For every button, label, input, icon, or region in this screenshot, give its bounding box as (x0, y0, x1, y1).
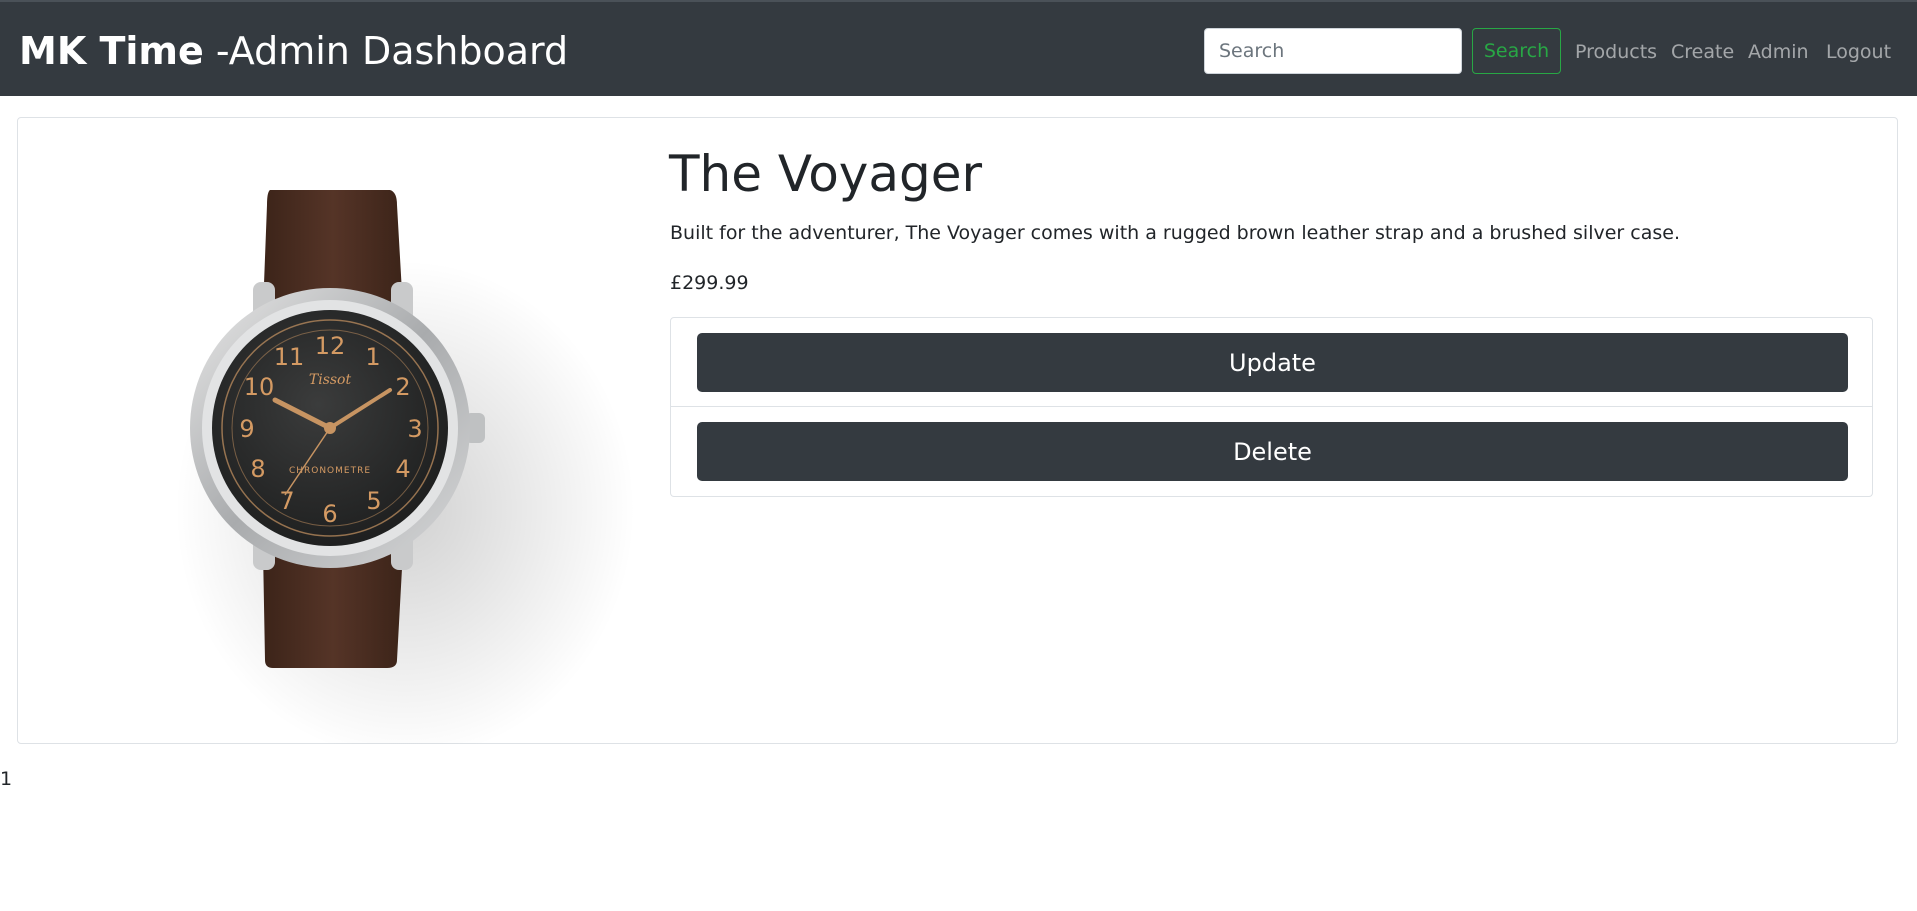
product-title: The Voyager (669, 145, 983, 203)
svg-text:Tissot: Tissot (309, 372, 352, 388)
svg-text:3: 3 (407, 415, 422, 443)
action-list: Update Delete (670, 317, 1873, 497)
brand-subtitle: -Admin Dashboard (203, 29, 569, 73)
product-price: £299.99 (670, 272, 749, 294)
svg-text:4: 4 (395, 455, 410, 483)
search-input[interactable] (1204, 28, 1462, 74)
page-footer-number: 1 (0, 768, 13, 790)
watch-image: 12 1 2 3 4 5 6 7 8 9 10 11 Tissot CHRONO… (175, 190, 635, 744)
svg-text:5: 5 (366, 487, 381, 515)
update-button[interactable]: Update (697, 333, 1848, 392)
svg-text:8: 8 (250, 455, 265, 483)
svg-text:6: 6 (322, 500, 337, 528)
list-item-delete: Delete (670, 407, 1873, 497)
svg-text:1: 1 (365, 343, 380, 371)
product-description: Built for the adventurer, The Voyager co… (670, 222, 1680, 244)
svg-text:2: 2 (395, 373, 410, 401)
brand-logo[interactable]: MK Time -Admin Dashboard (19, 26, 568, 76)
list-item-update: Update (670, 317, 1873, 407)
top-navbar: MK Time -Admin Dashboard Search Products… (0, 0, 1917, 96)
delete-button[interactable]: Delete (697, 422, 1848, 481)
nav-link-products[interactable]: Products (1575, 38, 1657, 66)
nav-link-create[interactable]: Create (1671, 38, 1734, 66)
svg-text:11: 11 (274, 343, 305, 371)
nav-link-logout[interactable]: Logout (1826, 38, 1891, 66)
nav-link-admin[interactable]: Admin (1748, 38, 1809, 66)
search-button[interactable]: Search (1472, 28, 1561, 74)
svg-text:9: 9 (239, 415, 254, 443)
svg-text:10: 10 (244, 373, 275, 401)
svg-text:12: 12 (315, 332, 346, 360)
brand-name: MK Time (19, 29, 204, 73)
